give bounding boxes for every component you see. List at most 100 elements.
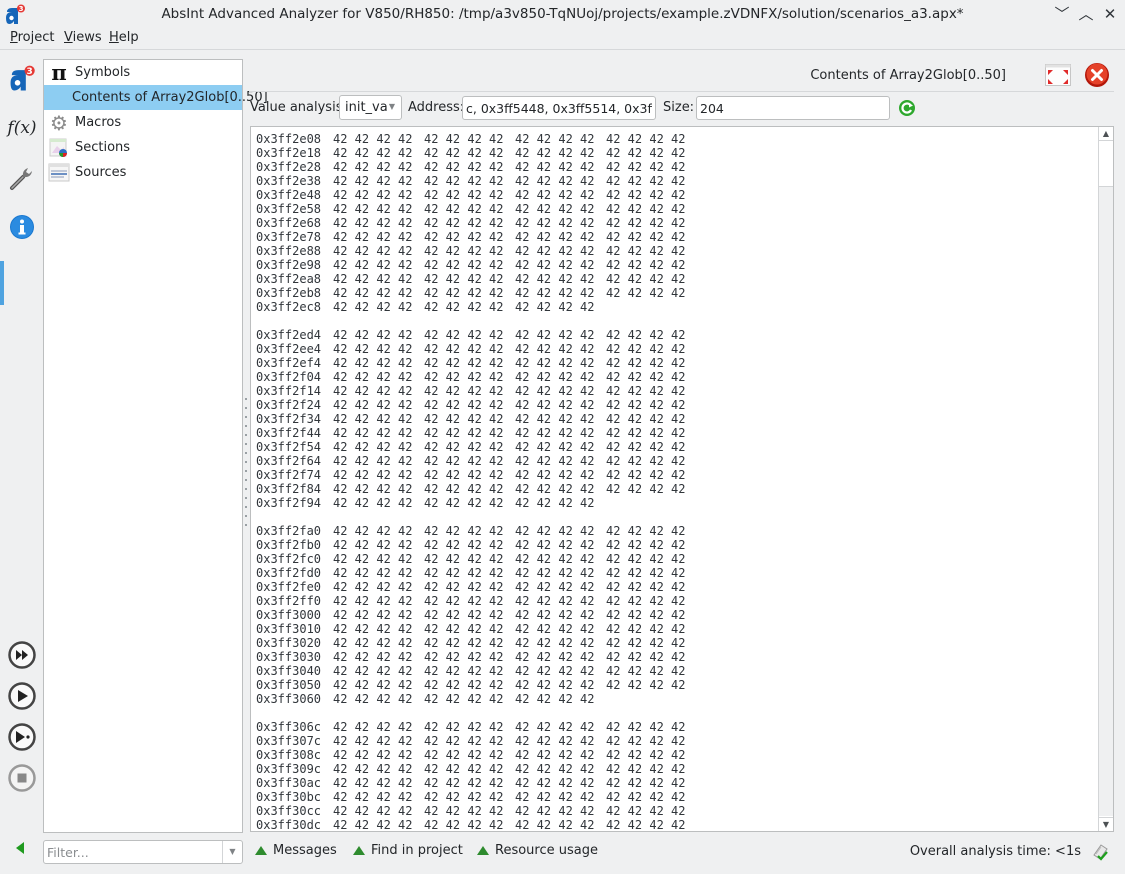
wrench-icon[interactable] <box>7 163 37 193</box>
memory-row: 0x3ff2e08 42 42 42 42 42 42 42 42 42 42 42 … <box>256 132 697 146</box>
step-icon[interactable] <box>7 722 37 752</box>
memory-byte-group: 42 42 42 42 <box>606 230 686 244</box>
memory-byte-group: 42 42 42 42 <box>424 258 504 272</box>
memory-byte-group: 42 42 42 42 <box>606 594 686 608</box>
collapse-panel-icon[interactable] <box>14 841 26 855</box>
memory-address: 0x3ff2e08 <box>256 132 322 146</box>
nav-item-macros[interactable]: ⚙ Macros <box>44 110 242 135</box>
memory-address: 0x3ff3000 <box>256 608 322 622</box>
memory-byte-group: 42 42 42 42 <box>515 342 595 356</box>
vertical-scrollbar[interactable]: ▲ ▼ <box>1098 127 1113 831</box>
memory-row: 0x3ff2f04 42 42 42 42 42 42 42 42 42 42 42 … <box>256 370 697 384</box>
memory-byte-group: 42 42 42 42 <box>333 762 413 776</box>
memory-byte-group: 42 42 42 42 <box>515 188 595 202</box>
memory-byte-group: 42 42 42 42 <box>333 230 413 244</box>
memory-byte-group: 42 42 42 42 <box>333 398 413 412</box>
memory-row: 0x3ff2f54 42 42 42 42 42 42 42 42 42 42 42 … <box>256 440 697 454</box>
memory-byte-group: 42 42 42 42 <box>515 146 595 160</box>
memory-byte-group: 42 42 42 42 <box>424 342 504 356</box>
info-icon[interactable] <box>7 212 37 242</box>
memory-byte-group: 42 42 42 42 <box>424 230 504 244</box>
navigation-panel: π Symbols Contents of Array2Glob[0..50] … <box>43 59 268 833</box>
memory-byte-group: 42 42 42 42 <box>424 174 504 188</box>
memory-byte-group: 42 42 42 42 <box>424 454 504 468</box>
memory-byte-group: 42 42 42 42 <box>606 818 686 832</box>
memory-byte-group: 42 42 42 42 <box>424 202 504 216</box>
memory-address: 0x3ff2e28 <box>256 160 322 174</box>
memory-address: 0x3ff2f24 <box>256 398 322 412</box>
size-input[interactable] <box>696 96 890 120</box>
value-analysis-select[interactable]: init_va ▼ <box>339 95 402 120</box>
restore-view-button[interactable] <box>1045 64 1071 86</box>
menu-views[interactable]: Views <box>64 30 102 45</box>
left-toolbar: 3 f(x) <box>0 56 44 874</box>
memory-byte-group: 42 42 42 42 <box>424 286 504 300</box>
memory-byte-group: 42 42 42 42 <box>606 188 686 202</box>
sections-chart-icon <box>48 137 70 159</box>
scroll-up-icon[interactable]: ▲ <box>1099 127 1113 141</box>
chevron-down-icon[interactable]: ▼ <box>222 841 242 863</box>
splitter-handle[interactable] <box>244 398 248 526</box>
memory-byte-group: 42 42 42 42 <box>333 160 413 174</box>
memory-address: 0x3ff2fe0 <box>256 580 322 594</box>
memory-byte-group: 42 42 42 42 <box>606 384 686 398</box>
nav-item-symbols[interactable]: π Symbols <box>44 60 242 85</box>
memory-address: 0x3ff2eb8 <box>256 286 322 300</box>
memory-address: 0x3ff2ec8 <box>256 300 322 314</box>
filter-input[interactable] <box>47 843 219 861</box>
memory-byte-group: 42 42 42 42 <box>333 622 413 636</box>
tab-find-in-project[interactable]: Find in project <box>353 843 463 858</box>
memory-address: 0x3ff3020 <box>256 636 322 650</box>
maximize-button[interactable]: ︿ <box>1076 4 1096 24</box>
scroll-track[interactable] <box>1099 187 1113 816</box>
memory-byte-group: 42 42 42 42 <box>333 370 413 384</box>
memory-byte-group: 42 42 42 42 <box>606 552 686 566</box>
stop-icon[interactable] <box>7 763 37 793</box>
nav-item-sections[interactable]: Sections <box>44 135 242 160</box>
memory-byte-group: 42 42 42 42 <box>606 342 686 356</box>
refresh-icon[interactable] <box>898 99 916 117</box>
memory-byte-group: 42 42 42 42 <box>333 482 413 496</box>
nav-item-sources[interactable]: Sources <box>44 160 242 185</box>
memory-byte-group: 42 42 42 42 <box>515 328 595 342</box>
function-icon[interactable]: f(x) <box>7 113 37 143</box>
memory-byte-group: 42 42 42 42 <box>515 748 595 762</box>
memory-byte-group: 42 42 42 42 <box>333 552 413 566</box>
memory-contents-view[interactable]: 0x3ff2e08 42 42 42 42 42 42 42 42 42 42 42 … <box>250 126 1114 832</box>
memory-byte-group: 42 42 42 42 <box>333 678 413 692</box>
menu-help[interactable]: Help <box>109 30 139 45</box>
memory-byte-group: 42 42 42 42 <box>515 132 595 146</box>
fast-forward-icon[interactable] <box>7 640 37 670</box>
scroll-down-icon[interactable]: ▼ <box>1099 817 1113 831</box>
memory-byte-group: 42 42 42 42 <box>606 622 686 636</box>
nav-item-label: Contents of Array2Glob[0..50] <box>72 90 268 105</box>
memory-byte-group: 42 42 42 42 <box>424 356 504 370</box>
memory-byte-group: 42 42 42 42 <box>424 244 504 258</box>
memory-row: 0x3ff2ee4 42 42 42 42 42 42 42 42 42 42 42 … <box>256 342 697 356</box>
memory-address: 0x3ff2ff0 <box>256 594 322 608</box>
close-view-button[interactable] <box>1084 62 1110 88</box>
memory-address: 0x3ff2fd0 <box>256 566 322 580</box>
memory-byte-group: 42 42 42 42 <box>424 790 504 804</box>
nav-item-array-contents[interactable]: Contents of Array2Glob[0..50] <box>44 85 268 110</box>
memory-byte-group: 42 42 42 42 <box>606 244 686 258</box>
memory-address: 0x3ff2ea8 <box>256 272 322 286</box>
memory-byte-group: 42 42 42 42 <box>515 818 595 832</box>
memory-address: 0x3ff3030 <box>256 650 322 664</box>
memory-byte-group: 42 42 42 42 <box>606 146 686 160</box>
scroll-thumb[interactable] <box>1099 142 1113 187</box>
window-close-button[interactable]: ✕ <box>1100 4 1120 24</box>
memory-address: 0x3ff2e88 <box>256 244 322 258</box>
memory-byte-group: 42 42 42 42 <box>424 496 504 510</box>
tab-messages[interactable]: Messages <box>255 843 337 858</box>
tab-resource-usage[interactable]: Resource usage <box>477 843 598 858</box>
window-title: AbsInt Advanced Analyzer for V850/RH850:… <box>161 6 964 22</box>
sources-icon <box>48 162 70 184</box>
filter-combobox[interactable]: ▼ <box>43 840 243 864</box>
address-input[interactable] <box>462 96 656 120</box>
play-icon[interactable] <box>7 681 37 711</box>
minimize-button[interactable]: ﹀ <box>1052 4 1072 24</box>
a3-logo-icon[interactable]: 3 <box>7 64 37 94</box>
menu-project[interactable]: Project <box>10 30 55 45</box>
nav-item-label: Symbols <box>75 65 131 80</box>
